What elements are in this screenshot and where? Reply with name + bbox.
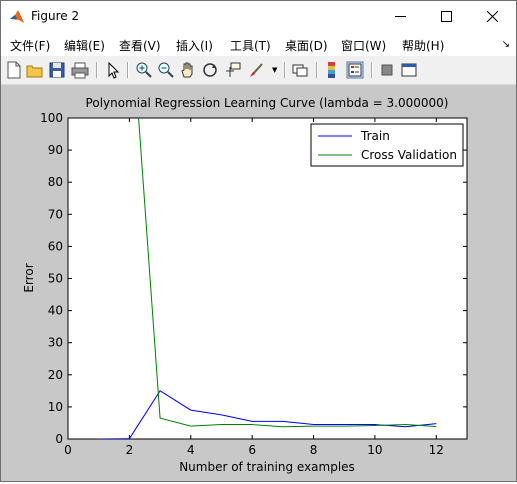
toolbar-separator [371,62,373,78]
y-tick-label: 90 [48,143,63,157]
x-axis-label: Number of training examples [179,460,355,474]
zoom-out-icon[interactable] [157,61,175,79]
brush-icon[interactable] [248,61,266,79]
y-axis-label: Error [22,263,36,292]
pointer-icon[interactable] [104,61,122,79]
x-tick-label: 12 [429,443,444,457]
y-tick-label: 100 [40,111,63,125]
pan-icon[interactable] [179,61,197,79]
title-bar[interactable]: Figure 2 [1,1,516,32]
window-title: Figure 2 [31,9,80,23]
y-tick-label: 80 [48,175,63,189]
learning-curve-chart[interactable]: Polynomial Regression Learning Curve (la… [1,85,516,481]
matlab-logo-icon [10,10,24,23]
figure-canvas: Polynomial Regression Learning Curve (la… [1,85,516,481]
y-tick-label: 20 [48,368,63,382]
show-plot-tools-icon[interactable] [400,61,418,79]
close-icon [487,11,498,22]
open-icon[interactable] [26,61,44,79]
new-figure-icon[interactable] [5,61,23,79]
menu-insert[interactable]: 插入(I) [176,37,213,54]
figure-toolbar: ▼ [1,56,516,85]
chart-title: Polynomial Regression Learning Curve (la… [86,96,449,110]
x-tick-label: 0 [64,443,72,457]
x-tick-label: 2 [126,443,134,457]
menu-dock-arrow-icon[interactable]: ↘ [502,39,510,50]
menu-tools[interactable]: 工具(T) [230,37,271,54]
legend-train-label: Train [360,129,390,143]
close-button[interactable] [470,1,516,32]
print-icon[interactable] [71,61,89,79]
y-tick-label: 50 [48,272,63,286]
menu-file[interactable]: 文件(F) [10,37,50,54]
minimize-icon [395,16,406,17]
toolbar-separator [96,62,98,78]
menu-desktop[interactable]: 桌面(D) [285,37,328,54]
minimize-button[interactable] [378,1,424,32]
y-tick-label: 40 [48,304,63,318]
rotate-3d-icon[interactable] [201,61,219,79]
x-tick-label: 4 [187,443,195,457]
y-tick-label: 0 [55,432,63,446]
link-plot-icon[interactable] [291,61,309,79]
menu-help[interactable]: 帮助(H) [402,37,444,54]
y-tick-label: 30 [48,336,63,350]
menu-window[interactable]: 窗口(W) [341,37,386,54]
toolbar-separator [284,62,286,78]
x-tick-label: 6 [248,443,256,457]
y-tick-label: 70 [48,207,63,221]
y-tick-label: 10 [48,400,63,414]
colorbar-icon[interactable] [323,61,341,79]
maximize-button[interactable] [424,1,470,32]
zoom-in-icon[interactable] [135,61,153,79]
toolbar-separator [316,62,318,78]
menu-view[interactable]: 查看(V) [119,37,161,54]
maximize-icon [441,11,452,22]
legend-cv-label: Cross Validation [361,148,457,162]
toolbar-separator [127,62,129,78]
y-tick-label: 60 [48,239,63,253]
legend-icon[interactable] [346,61,364,79]
figure-window: Figure 2 文件(F) 编辑(E) 查看(V) 插入(I) 工具(T) 桌… [0,0,517,482]
x-tick-label: 10 [367,443,382,457]
x-tick-label: 8 [310,443,318,457]
brush-dropdown-icon[interactable]: ▼ [272,66,277,74]
menu-bar: 文件(F) 编辑(E) 查看(V) 插入(I) 工具(T) 桌面(D) 窗口(W… [1,32,516,56]
hide-plot-tools-icon[interactable] [378,61,396,79]
save-icon[interactable] [48,61,66,79]
legend[interactable]: Train Cross Validation [310,123,464,167]
menu-edit[interactable]: 编辑(E) [64,37,105,54]
data-cursor-icon[interactable] [224,61,242,79]
